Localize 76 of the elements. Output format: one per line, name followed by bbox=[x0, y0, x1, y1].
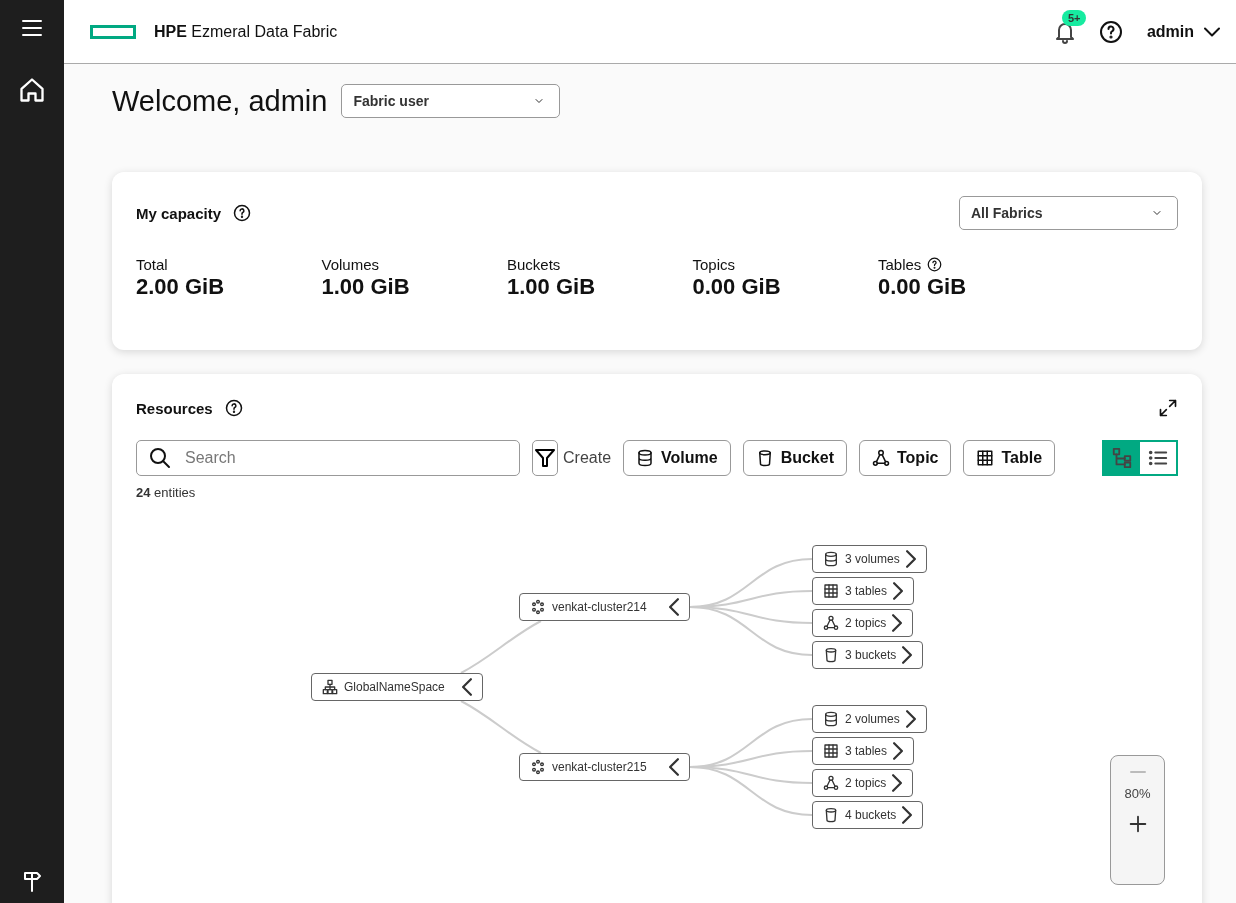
tree-node[interactable]: venkat-cluster214 bbox=[519, 593, 690, 621]
database-icon bbox=[636, 449, 655, 467]
role-dropdown[interactable]: Fabric user bbox=[341, 84, 561, 118]
bucket-icon bbox=[823, 807, 839, 823]
help-icon bbox=[224, 399, 243, 417]
tree-node[interactable]: 2 volumes bbox=[812, 705, 927, 733]
chevron-right-icon bbox=[892, 614, 903, 632]
create-label: Create bbox=[563, 449, 612, 467]
chevron-left-icon bbox=[462, 678, 472, 696]
user-menu[interactable]: admin bbox=[1146, 22, 1220, 41]
bucket-icon bbox=[823, 647, 839, 663]
tree-node[interactable]: 4 buckets bbox=[812, 801, 924, 829]
database-icon bbox=[823, 551, 839, 567]
chevron-right-icon bbox=[893, 582, 904, 600]
create-button[interactable]: Volume bbox=[623, 440, 731, 476]
chevron-right-icon bbox=[902, 806, 913, 824]
logo-icon bbox=[90, 24, 136, 39]
database-icon bbox=[823, 711, 839, 727]
fabric-dropdown[interactable]: All Fabrics bbox=[959, 196, 1178, 230]
metric-label: Tables bbox=[878, 256, 922, 273]
metric-label: Total bbox=[136, 256, 168, 273]
entity-count: 24 entities bbox=[136, 485, 197, 500]
view-toggle[interactable] bbox=[1104, 442, 1141, 474]
tree-node[interactable]: GlobalNameSpace bbox=[311, 673, 483, 701]
chevron-left-icon bbox=[669, 598, 679, 616]
chevron-right-icon bbox=[905, 550, 916, 568]
metric-value: 1.00 GiB bbox=[321, 274, 411, 300]
metric-label: Buckets bbox=[507, 256, 561, 273]
tree-node[interactable]: 2 topics bbox=[812, 609, 914, 637]
metric-value: 0.00 GiB bbox=[692, 274, 782, 300]
tree-node[interactable]: 3 tables bbox=[812, 737, 915, 765]
metric-value: 2.00 GiB bbox=[136, 274, 226, 300]
search-field[interactable]: Search bbox=[136, 440, 520, 476]
tree-node[interactable]: 3 tables bbox=[812, 577, 915, 605]
hierarchy-icon bbox=[322, 679, 338, 695]
tree-node[interactable]: 3 buckets bbox=[812, 641, 924, 669]
chevron-left-icon bbox=[669, 758, 679, 776]
cluster-dots-icon bbox=[530, 599, 546, 615]
metric-label: Topics bbox=[692, 256, 736, 273]
table-grid-icon bbox=[823, 583, 839, 599]
card-title: My capacity bbox=[136, 204, 222, 222]
topic-nodes-icon bbox=[823, 615, 839, 631]
tree-node[interactable]: venkat-cluster215 bbox=[519, 753, 690, 781]
notification-badge: 5+ bbox=[1061, 9, 1087, 26]
card-title: Resources bbox=[136, 399, 213, 417]
help-icon bbox=[233, 204, 252, 222]
zoom-level: 80% bbox=[1124, 786, 1151, 801]
topic-nodes-icon bbox=[872, 449, 890, 467]
chevron-right-icon bbox=[902, 646, 913, 664]
table-grid-icon bbox=[976, 449, 995, 467]
home-icon bbox=[18, 76, 46, 104]
app-title: HPE Ezmeral Data Fabric bbox=[154, 22, 338, 41]
chevron-right-icon bbox=[892, 774, 903, 792]
chevron-right-icon bbox=[905, 710, 916, 728]
help-icon bbox=[1098, 19, 1123, 44]
cluster-dots-icon bbox=[530, 759, 546, 775]
table-grid-icon bbox=[823, 743, 839, 759]
filter-icon bbox=[533, 446, 557, 470]
filter-button[interactable] bbox=[532, 440, 558, 476]
tree-view-icon bbox=[1111, 447, 1134, 469]
tree-node[interactable]: 3 volumes bbox=[812, 545, 927, 573]
create-button[interactable]: Table bbox=[963, 440, 1056, 476]
chevron-right-icon bbox=[893, 742, 904, 760]
metric-value: 0.00 GiB bbox=[878, 274, 968, 300]
metric-label: Volumes bbox=[321, 256, 380, 273]
help-icon bbox=[927, 257, 943, 272]
tree-node[interactable]: 2 topics bbox=[812, 769, 914, 797]
search-icon bbox=[148, 446, 172, 470]
topic-nodes-icon bbox=[823, 775, 839, 791]
expand-icon bbox=[1158, 398, 1178, 418]
metric-value: 1.00 GiB bbox=[507, 274, 597, 300]
minus-icon bbox=[1129, 770, 1146, 774]
create-button[interactable]: Bucket bbox=[742, 440, 847, 476]
chevron-down-icon bbox=[1204, 26, 1220, 37]
welcome-heading: Welcome, admin bbox=[112, 84, 328, 118]
create-button[interactable]: Topic bbox=[859, 440, 952, 476]
